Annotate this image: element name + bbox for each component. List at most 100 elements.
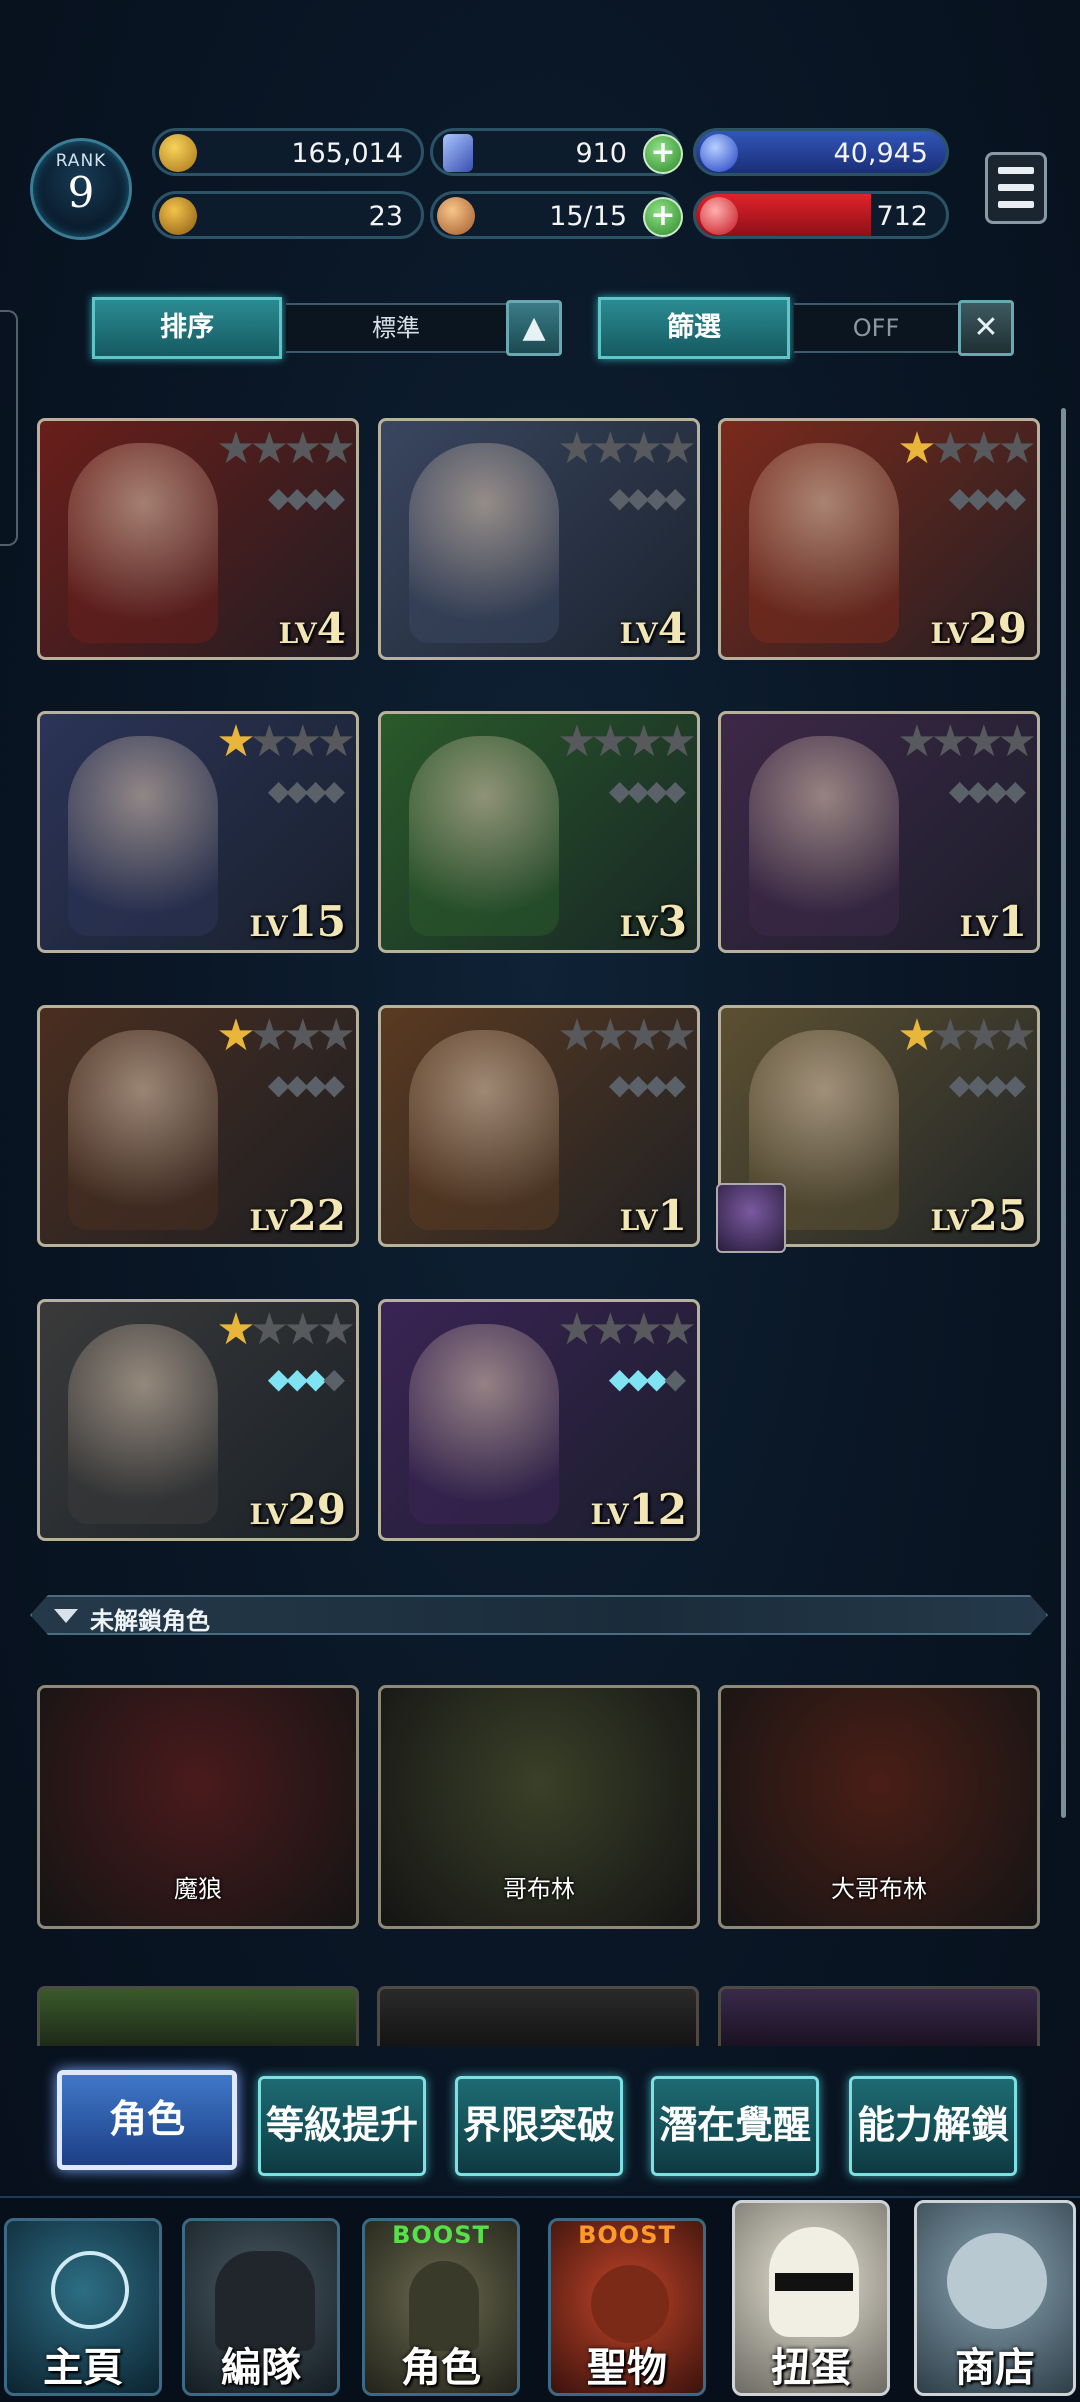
locked-card-partial[interactable] [37,1986,359,2046]
locked-card-partial[interactable] [377,1986,699,2046]
character-level: LV22 [249,1191,346,1240]
tab-awakening[interactable]: 潛在覺醒 [651,2076,819,2176]
rarity-stars: ★★★★ [897,1014,1037,1058]
level-prefix: LV [249,1498,288,1531]
star-icon: ★ [557,423,597,474]
level-number: 29 [968,604,1027,653]
home-emblem-icon [51,2251,129,2329]
tab-character[interactable]: 角色 [57,2070,237,2170]
nav-relic-button[interactable]: BOOST 聖物 [548,2218,706,2396]
character-card[interactable]: ★★★★ ◆◆◆◆ LV15 [37,711,359,953]
gem-icon: ◆ [645,1068,667,1101]
menu-button[interactable] [985,152,1047,224]
filter-clear-button[interactable]: ✕ [958,300,1014,356]
character-card[interactable]: ★★★★ ◆◆◆◆ LV1 [718,711,1040,953]
gem-icon: ◆ [627,1068,648,1101]
nav-team-button[interactable]: 編隊 [182,2218,340,2396]
stamina-icon [437,197,475,235]
level-number: 1 [997,897,1027,946]
star-icon: ★ [997,1010,1037,1061]
star-icon: ★ [316,423,356,474]
rarity-stars: ★★★★ [557,720,697,764]
locked-character-card[interactable]: 大哥布林 [718,1685,1040,1929]
filter-value-field[interactable]: OFF [794,303,958,353]
gem-icon: ◆ [608,1362,630,1395]
level-prefix: LV [619,1204,658,1237]
gem-icon: ◆ [267,1068,289,1101]
awakening-gems: ◆◆◆◆ [949,1068,1026,1101]
level-number: 3 [657,897,687,946]
character-portrait [749,443,899,643]
star-icon: ★ [624,423,664,474]
character-card[interactable]: ★★★★ ◆◆◆◆ LV29 [37,1299,359,1541]
level-prefix: LV [619,910,658,943]
star-icon: ★ [930,423,971,474]
sort-value-field[interactable]: 標準 [286,303,506,353]
star-icon: ★ [216,716,256,767]
character-level: LV3 [620,897,687,946]
character-level: LV4 [620,604,687,653]
rarity-stars: ★★★★ [557,427,697,471]
sort-order-button[interactable]: ▲ [506,300,562,356]
nav-gacha-button[interactable]: 扭蛋 [732,2200,890,2396]
awakening-gems: ◆◆◆◆ [608,1362,686,1395]
sort-button[interactable]: 排序 [92,297,282,359]
tab-ability-unlock[interactable]: 能力解鎖 [849,2076,1017,2176]
character-portrait [68,1030,218,1230]
star-icon: ★ [624,1304,664,1355]
character-card[interactable]: ★★★★ ◆◆◆◆ LV3 [378,711,700,953]
level-number: 22 [287,1191,346,1240]
gem-icon: ◆ [304,1068,326,1101]
crystal-counter: 910 + [430,128,683,176]
level-number: 4 [316,604,346,653]
nav-home-button[interactable]: 主頁 [4,2218,162,2396]
character-level: LV29 [249,1485,346,1534]
tab-level-up[interactable]: 等級提升 [258,2076,426,2176]
awakening-gems: ◆◆◆◆ [609,1068,686,1101]
character-level: LV25 [930,1191,1027,1240]
level-prefix: LV [930,1204,969,1237]
side-edge-handle[interactable] [0,310,18,546]
nav-home-label: 主頁 [43,2345,123,2391]
character-level: LV15 [249,897,346,946]
character-card[interactable]: ★★★★ ◆◆◆◆ LV1 [378,1005,700,1247]
locked-section-header[interactable]: 未解鎖角色 [30,1595,1048,1635]
crystal-value: 910 [575,138,627,169]
character-card[interactable]: ★★★★ ◆◆◆◆ LV22 [37,1005,359,1247]
star-icon: ★ [657,1304,697,1355]
star-icon: ★ [316,1304,356,1355]
nav-shop-button[interactable]: 商店 [914,2200,1076,2396]
character-portrait [409,1030,559,1230]
star-icon: ★ [557,1010,597,1061]
add-crystal-button[interactable]: + [643,134,683,174]
character-level: LV12 [590,1485,687,1534]
gem-icon: ◆ [323,481,344,514]
rarity-stars: ★★★★ [216,720,356,764]
gem-icon: ◆ [664,774,685,807]
locked-character-card[interactable]: 魔狼 [37,1685,359,1929]
character-card[interactable]: ★★★★ ◆◆◆◆ LV29 [718,418,1040,660]
gem-icon: ◆ [304,481,326,514]
character-card[interactable]: ★★★★ ◆◆◆◆ LV12 [378,1299,700,1541]
shopkeeper-icon [947,2233,1047,2329]
gem-icon: ◆ [645,774,667,807]
nav-character-button[interactable]: BOOST 角色 [362,2218,520,2396]
tab-limit-break[interactable]: 界限突破 [455,2076,623,2176]
character-card[interactable]: ★★★★ ◆◆◆◆ LV4 [37,418,359,660]
locked-card-partial[interactable] [718,1986,1040,2046]
gem-icon: ◆ [627,1362,648,1395]
filter-button[interactable]: 篩選 [598,297,790,359]
awakening-gems: ◆◆◆◆ [268,1362,345,1395]
star-icon: ★ [930,716,971,767]
add-stamina-button[interactable]: + [643,197,683,237]
character-card[interactable]: ★★★★ ◆◆◆◆ LV4 [378,418,700,660]
awakening-gems: ◆◆◆◆ [609,774,686,807]
blue-orb-counter: 40,945 [693,128,949,176]
character-level: LV29 [930,604,1027,653]
level-number: 15 [287,897,346,946]
rarity-stars: ★★★★ [216,1014,356,1058]
locked-character-card[interactable]: 哥布林 [378,1685,700,1929]
scrollbar[interactable] [1061,408,1066,1818]
gem-icon: ◆ [286,1362,307,1395]
gem-icon: ◆ [304,774,326,807]
